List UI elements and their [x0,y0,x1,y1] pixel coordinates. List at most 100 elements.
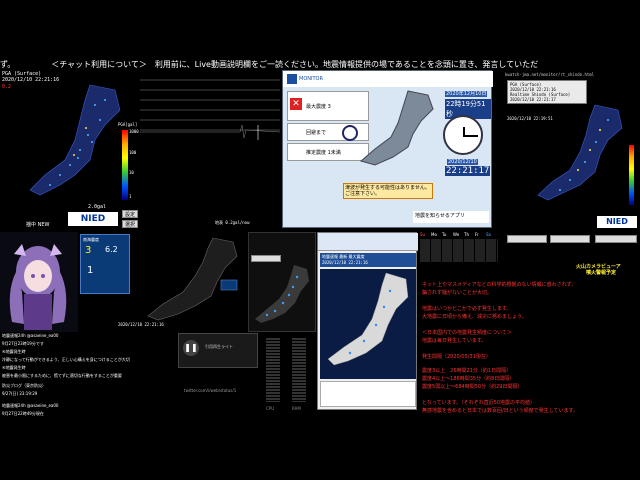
toolbar-select-2[interactable] [550,235,590,243]
cpu-gauge [266,338,280,402]
player-title: 引用再生ライト [205,344,233,349]
calendar-day-we: We [453,232,460,237]
analog-clock [443,115,483,155]
volcano-subtitle: 噴火警報予定 [586,270,617,276]
calendar-day-sa: Sa [486,232,491,237]
info-para-9: 震度4以上～186時間35分（約8日間隔） [422,376,515,382]
pga-scale-top: 1000 [129,129,139,134]
pga-unit: 2.0gal [88,204,107,210]
waveform-panel: 地表 0.2gal/now [140,70,280,230]
monitor-time2: 22:21:17 [445,166,491,176]
pga-scale-low: 10 [129,170,134,175]
info-para-8: 震度3以上 26時間21分（約1日間隔） [422,368,512,374]
toolbar-select-1[interactable] [507,235,547,243]
chat-line-2: 9月27日23時19分です [2,341,44,346]
info-para-11: となっています。（それぞれ直近50地震の平均値） [422,400,535,406]
intensity-box: 南海震度 3 1 6.2 [80,234,130,294]
info-para-2: 騙されず騒がないことが大切。 [422,290,493,296]
quake-info-title: 地震速報 最新 最大震度 [322,254,365,259]
calendar-day-th: Th [464,232,469,237]
monitor-brand: MONITOR [299,76,323,82]
quake-map-panel [248,232,316,332]
select-button[interactable]: 選択 [122,220,138,228]
chat-line-8: 9/27(日) 23:19:29 [2,391,38,396]
quake-info-window: 地震速報 最新 最大震度 2020/12/10 22:21:16 [317,232,418,410]
nied-logo-left: NIED [68,212,118,226]
japan-map-mid [147,237,238,321]
tsunami-warning: 津波が発生する可能性はありません。ご注意下さい。 [343,183,433,199]
info-para-1: ネット上やマスメディアなどの科学的根拠のない情報に惑わされず、 [422,282,577,288]
pga-header-value: 0.2 [2,84,12,90]
character-illustration-icon [9,244,67,330]
chat-line-4: 冷静になって行動ができるよう、正しい心構えを身につけることが大切 [2,357,130,362]
quake-map-dropdown[interactable] [251,255,281,262]
intensity-panel: 南海震度 3 1 6.2 2020/12/10 22:21:16 [78,232,248,332]
nied-logo-right: NIED [597,216,637,228]
chat-ticker: ず。 ＜チャット利用について＞ 利用前に、Live動画説明欄をご一読ください。地… [0,60,640,70]
chat-line-3: ④地震発生時 [2,349,26,354]
toolbar-select-3[interactable] [595,235,637,243]
chat-line-10: 9月27日22時49分現在 [2,411,44,416]
estimate-label: 推定震度 1未満 [306,150,341,156]
quake-window-toolbar [318,233,418,251]
calendar-day-fr: Fr [475,232,479,237]
warning-x-icon: ✕ [290,98,302,110]
monitor-header: MONITOR [283,71,493,87]
max-intensity-label: 最大震度 3 [306,104,331,110]
quake-info-header: 地震速報 最新 最大震度 2020/12/10 22:21:16 [320,253,416,267]
quake-info-map [320,269,416,379]
settings-button[interactable]: 設定 [122,210,138,218]
calendar-day-su: Su [420,232,426,237]
pga-scale-min: 1 [129,194,132,199]
info-sidebar: 火山カメラビューア 噴火警報予定 ネット上やマスメディアなどの科学的根拠のない情… [420,262,640,422]
twitter-link[interactable]: twitter.com/i/web/status/1 [184,388,236,393]
calendar-day-tu: Tu [442,232,447,237]
quake-info-table [320,381,416,407]
play-pause-button[interactable]: ❚❚ [183,340,199,356]
chat-line-1: 地震速報24h @asaeine_ea00 [2,333,59,338]
pga-footer-left: 揺中 NEW [26,222,50,228]
info-para-10: 震度5弱以上～684時間50分（約29日間隔） [422,384,523,390]
chat-line-9: 地震速報24h @asaeine_ea00 [2,403,59,408]
pga-panel: PGA (Surface) 2020/12/10 22:21:16 0.2 PG… [0,70,140,230]
quake-map-dots [255,265,309,323]
info-para-3: 地震はいつかどこかで必ず発生します。 [422,306,512,312]
info-para-7: 発生間隔（2020/05/31現在） [422,354,491,360]
countdown-label: 回避まで [306,130,327,136]
right-monitor-panel: kwatch-jma.net/monitor/rt_shindo.html PG… [505,70,640,230]
right-toolbar [505,232,640,260]
intensity-time: 2020/12/10 22:21:16 [118,322,164,327]
ram-label: RAM [292,406,301,411]
info-para-12: 無感地震を含めると日本では数百回/日という頻度で発生しています。 [422,408,579,414]
waveform-traces [140,79,280,140]
top-strip [0,0,640,60]
pga-color-scale [122,130,128,200]
calendar-days: Su Mo Tu We Th Fr Sa [420,232,500,237]
japan-map-pga [29,84,121,196]
media-player: ❚❚ 引用再生ライト [178,333,258,368]
clock-minute-hand [464,135,478,137]
chat-log: 地震速報24h @asaeine_ea00 9月27日23時19分です ④地震発… [0,333,178,423]
chat-line-6: 被害を最小限にするために、慌てずに適切な行動をすることが重要 [2,373,122,378]
pga-scale-title: PGA[gal] [118,122,138,127]
info-para-4: 大地震に日頃から備え、減災に努めましょう。 [422,314,527,320]
intensity-title: 南海震度 [83,237,99,242]
right-color-scale [629,145,634,205]
intensity-value-1: 3 [85,245,92,256]
right-url: kwatch-jma.net/monitor/rt_shindo.html [505,72,595,77]
ram-gauge [292,338,306,402]
character-avatar [0,232,78,332]
info-para-5: ＜日本国内での地震発生頻度について＞ [422,330,512,336]
info-para-6: 地震は毎日発生しています。 [422,338,487,344]
monitor-date2: 2020/12/10 [447,159,478,165]
resource-gauges: CPU RAM [262,338,314,418]
calendar-day-mo: Mo [431,232,437,237]
chat-line-5: ④地震発生時 [2,365,26,370]
cpu-label: CPU [266,406,275,411]
monitor-logo-icon [287,74,297,84]
monitor-app: MONITOR ✕ 最大震度 3 回避まで 推定震度 1未満 2020年12月1… [282,70,493,228]
monitor-date: 2020年12月10日 [445,91,488,97]
quake-info-date: 2020/12/10 22:21:16 [322,260,368,265]
chat-line-7: 防災ブログ（東京防災） [2,383,46,388]
pga-scale-mid: 100 [129,150,137,155]
